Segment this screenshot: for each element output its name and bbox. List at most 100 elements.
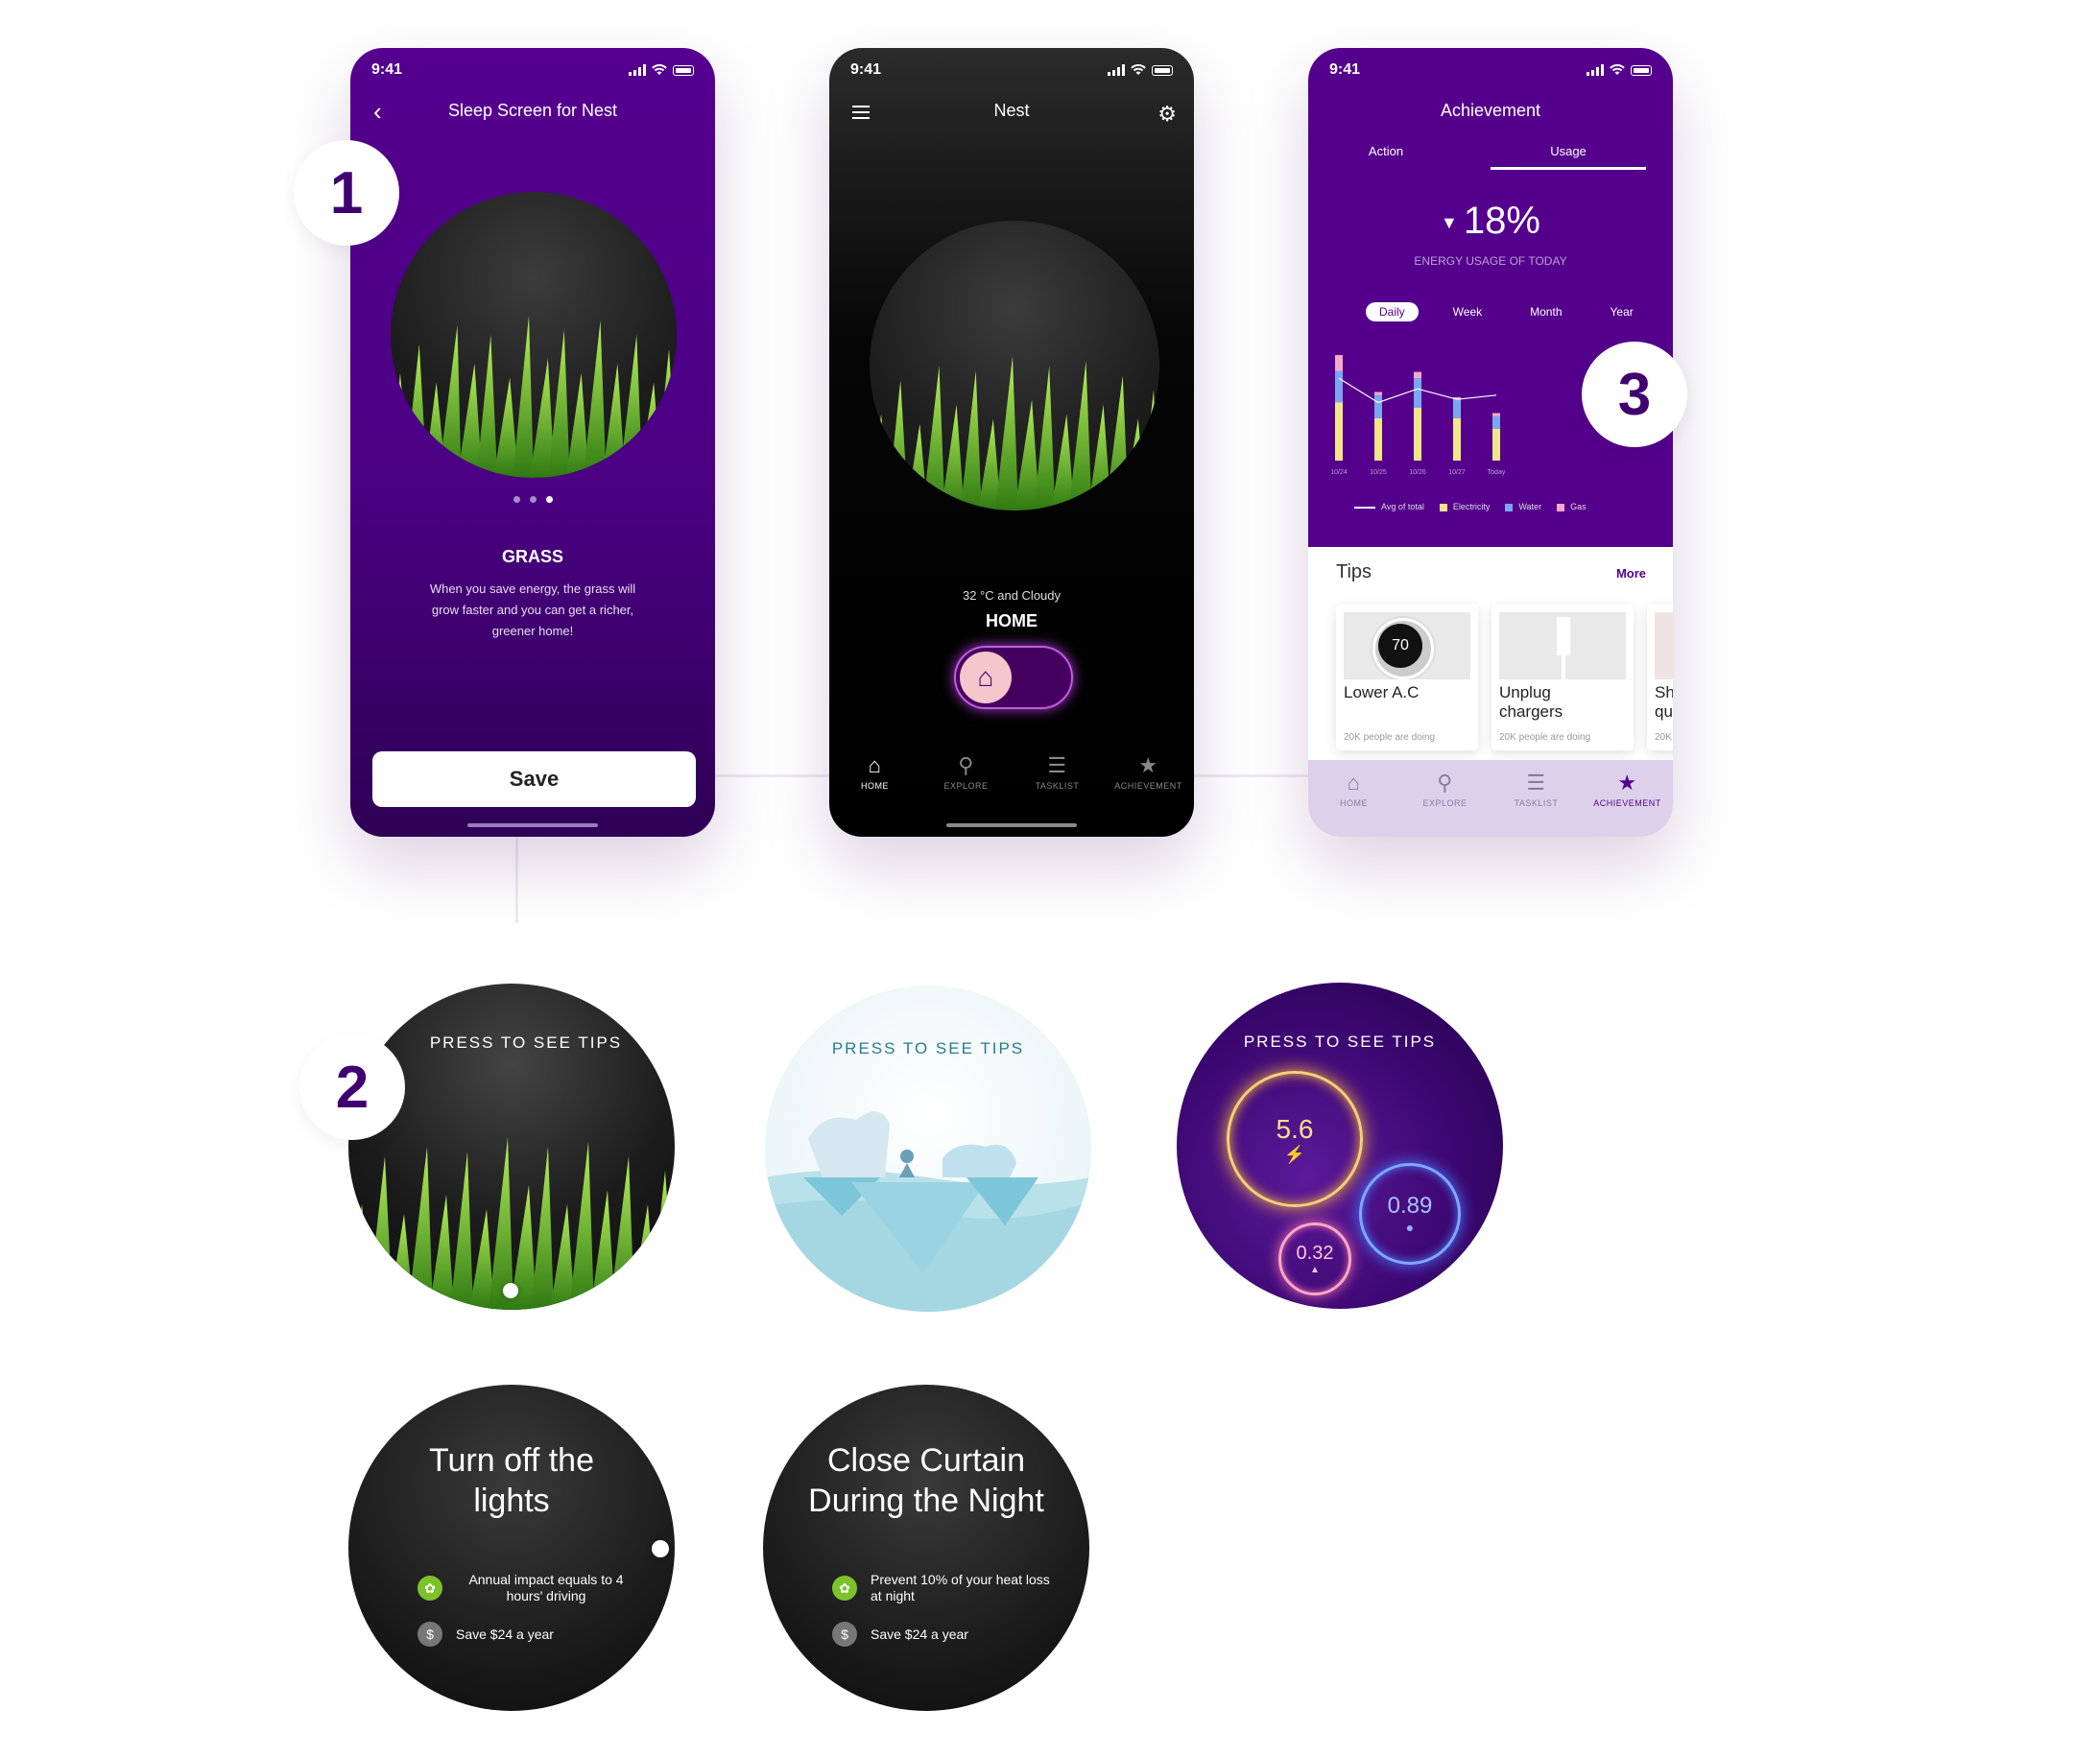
- watch-iceberg[interactable]: PRESS TO SEE TIPS: [765, 985, 1091, 1312]
- tip-title: Lower A.C: [1344, 683, 1420, 701]
- grass-circle[interactable]: [870, 221, 1159, 510]
- tab-explore[interactable]: ⚲ EXPLORE: [1399, 760, 1491, 837]
- press-to-see-tips-label: PRESS TO SEE TIPS: [429, 1033, 623, 1052]
- signal-icon: [1108, 64, 1125, 76]
- wifi-icon: [1610, 64, 1625, 75]
- electricity-value: 5.6: [1276, 1113, 1314, 1144]
- bar-gas: [1374, 392, 1382, 395]
- tab-home[interactable]: ⌂ HOME: [829, 750, 920, 818]
- legend-electricity: Electricity: [1439, 502, 1490, 511]
- usage-percent: ▼ 18%: [1308, 200, 1673, 243]
- step-badge-1: 1: [294, 140, 399, 246]
- grass-illustration: [391, 316, 677, 478]
- page-dots[interactable]: [350, 496, 715, 503]
- tab-label: ACHIEVEMENT: [1114, 781, 1182, 791]
- down-triangle-icon: ▼: [1441, 212, 1458, 232]
- gas-value: 0.32: [1296, 1243, 1334, 1264]
- grass-preview-circle[interactable]: [391, 192, 677, 478]
- tip-card[interactable]: Sh qu 20K: [1647, 605, 1673, 750]
- bar-electricity: [1335, 402, 1343, 461]
- tab-achievement[interactable]: ★ ACHIEVEMENT: [1103, 750, 1194, 818]
- tip-subtitle: 20K people are doing: [1499, 732, 1591, 743]
- tip-title: Unplug chargers: [1499, 683, 1563, 721]
- wifi-icon: [1131, 64, 1146, 75]
- electricity-ring: 5.6 ⚡: [1227, 1071, 1363, 1207]
- water-ring: 0.89 ●: [1359, 1163, 1461, 1265]
- period-week[interactable]: Week: [1440, 302, 1495, 321]
- home-away-toggle[interactable]: ⌂: [954, 646, 1073, 709]
- flow-connector: [515, 837, 518, 923]
- period-daily[interactable]: Daily: [1366, 302, 1419, 321]
- gas-ring: 0.32 ▲: [1278, 1223, 1351, 1295]
- tip-impact-row: ✿ Prevent 10% of your heat loss at night: [832, 1572, 1051, 1604]
- x-tick-label: 10/25: [1370, 469, 1387, 476]
- theme-title: GRASS: [501, 547, 563, 566]
- status-bar: 9:41: [850, 61, 1173, 81]
- x-tick-label: 10/24: [1330, 469, 1348, 476]
- more-link[interactable]: More: [1616, 566, 1646, 581]
- tip-card[interactable]: 70 Lower A.C 20K people are doing: [1336, 605, 1478, 750]
- tip-save-row: $ Save $24 a year: [832, 1622, 1051, 1647]
- tip-impact-text: Annual impact equals to 4 hours' driving: [468, 1572, 624, 1603]
- award-icon: ★: [1138, 753, 1158, 777]
- chart-legend: Avg of total Electricity Water Gas: [1354, 502, 1587, 511]
- home-icon: ⌂: [868, 753, 882, 777]
- signal-icon: [1587, 64, 1604, 76]
- gear-icon[interactable]: ⚙: [1157, 102, 1177, 127]
- water-value: 0.89: [1387, 1193, 1433, 1219]
- tab-action[interactable]: Action: [1308, 144, 1464, 170]
- bar-gas: [1414, 371, 1421, 379]
- tab-tasklist[interactable]: ☰ TASKLIST: [1012, 750, 1103, 818]
- charger-image: [1499, 612, 1626, 679]
- tab-explore[interactable]: ⚲ EXPLORE: [920, 750, 1012, 818]
- bar-electricity: [1492, 429, 1500, 461]
- lightning-icon: ⚡: [1283, 1144, 1306, 1164]
- watch-tip-lights[interactable]: Turn off the lights ✿ Annual impact equal…: [348, 1385, 675, 1711]
- flame-icon: ▲: [1310, 1265, 1320, 1275]
- segment-tabs: Action Usage: [1308, 144, 1673, 170]
- save-button[interactable]: Save: [372, 751, 696, 807]
- home-indicator: [946, 823, 1077, 827]
- search-icon: ⚲: [958, 753, 974, 777]
- tab-achievement[interactable]: ★ ACHIEVEMENT: [1582, 760, 1673, 837]
- x-tick-label: Today: [1488, 469, 1506, 476]
- battery-icon: [1152, 64, 1173, 76]
- tab-tasklist[interactable]: ☰ TASKLIST: [1491, 760, 1582, 837]
- sleep-screen-phone: 9:41 ‹ Sleep Screen for Nest GRASS When …: [350, 48, 715, 837]
- bar-water: [1335, 370, 1343, 403]
- tab-label: HOME: [861, 781, 889, 791]
- watch-energy-readings[interactable]: PRESS TO SEE TIPS 5.6 ⚡ 0.89 ● 0.32 ▲: [1177, 983, 1503, 1309]
- status-bar: 9:41: [371, 61, 694, 81]
- tab-label: EXPLORE: [943, 781, 989, 791]
- x-tick-label: 10/26: [1409, 469, 1426, 476]
- status-time: 9:41: [371, 61, 403, 78]
- percent-value: 18%: [1463, 200, 1540, 242]
- connector-dot: [652, 1540, 669, 1557]
- page-title: Achievement: [1440, 101, 1541, 120]
- dollar-icon: $: [832, 1622, 857, 1647]
- status-time: 9:41: [850, 61, 882, 78]
- step-badge-2: 2: [299, 1034, 405, 1140]
- bar-water: [1453, 399, 1461, 418]
- tab-usage[interactable]: Usage: [1491, 144, 1646, 170]
- wifi-icon: [652, 64, 667, 75]
- tab-home[interactable]: ⌂ HOME: [1308, 760, 1399, 837]
- status-time: 9:41: [1329, 61, 1361, 78]
- leaf-icon: ✿: [418, 1576, 442, 1601]
- legend-avg: Avg of total: [1354, 502, 1424, 511]
- thermostat-image: 70: [1344, 612, 1470, 679]
- bar-electricity: [1414, 408, 1421, 461]
- period-year[interactable]: Year: [1597, 302, 1647, 321]
- legend-gas: Gas: [1557, 502, 1587, 511]
- tip-card[interactable]: Unplug chargers 20K people are doing: [1491, 605, 1634, 750]
- period-month[interactable]: Month: [1516, 302, 1575, 321]
- bar-gas: [1492, 413, 1500, 416]
- watch-grass[interactable]: PRESS TO SEE TIPS: [348, 984, 675, 1310]
- usage-bar-chart: 10/24 10/25 10/26 10/27 Today: [1330, 355, 1506, 476]
- weather-text: 32 °C and Cloudy: [962, 588, 1062, 603]
- bar-water: [1492, 416, 1500, 429]
- tab-bar: ⌂ HOME ⚲ EXPLORE ☰ TASKLIST ★ ACHIEVEMENT: [829, 750, 1194, 818]
- watch-tip-curtain[interactable]: Close Curtain During the Night ✿ Prevent …: [763, 1385, 1089, 1711]
- bar-electricity: [1374, 418, 1382, 461]
- grass-illustration: [348, 1137, 675, 1310]
